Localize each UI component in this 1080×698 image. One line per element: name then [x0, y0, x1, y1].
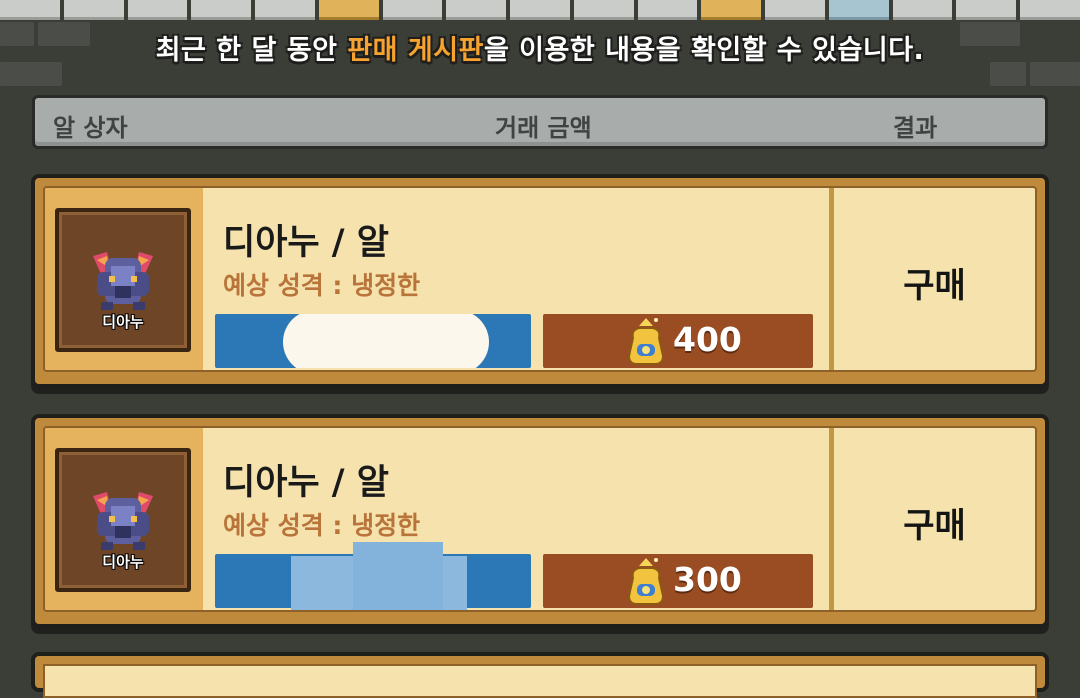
- notice-suffix: 을 이용한 내용을 확인할 수 있습니다.: [483, 35, 925, 66]
- expected-personality: 예상 성격 : 냉정한: [223, 511, 421, 540]
- header-result: 결과: [893, 114, 938, 142]
- trade-entry-partial[interactable]: [31, 652, 1049, 698]
- notice-highlight-sales-board: 판매 게시판: [347, 35, 484, 66]
- redaction-mark: [353, 542, 443, 610]
- egg-title: 디아누 / 알: [223, 223, 389, 263]
- trade-result: 구매: [903, 266, 966, 306]
- coin-bag-icon: [627, 558, 665, 605]
- trade-result: 구매: [903, 506, 966, 546]
- price-value: 300: [673, 560, 742, 599]
- creature-thumbnail: 디아누: [55, 448, 191, 592]
- price-bar: 300: [543, 554, 813, 608]
- coin-bag-icon: [627, 318, 665, 365]
- trade-entry[interactable]: 디아누 디아누 / 알 예상 성격 : 냉정한 400 구매: [31, 174, 1049, 388]
- header-egg-box: 알 상자: [53, 114, 128, 142]
- expected-personality: 예상 성격 : 냉정한: [223, 271, 421, 300]
- table-header: 알 상자 거래 금액 결과: [32, 95, 1048, 149]
- thumb-label: 디아누: [102, 553, 144, 571]
- price-bar: 400: [543, 314, 813, 368]
- seller-name-bar: [215, 542, 531, 610]
- egg-title: 디아누 / 알: [223, 463, 389, 503]
- trade-entry[interactable]: 디아누 디아누 / 알 예상 성격 : 냉정한 300 구매: [31, 414, 1049, 628]
- header-amount: 거래 금액: [495, 114, 592, 142]
- thumb-label: 디아누: [102, 313, 144, 331]
- history-notice: 최근 한 달 동안 판매 게시판을 이용한 내용을 확인할 수 있습니다.: [0, 28, 1080, 67]
- seller-name-bar: [215, 314, 531, 368]
- dianu-creature-icon: [93, 252, 153, 310]
- notice-prefix: 최근 한 달 동안: [155, 35, 348, 66]
- redaction-mark: [283, 314, 489, 368]
- creature-thumbnail: 디아누: [55, 208, 191, 352]
- dianu-creature-icon: [93, 492, 153, 550]
- price-value: 400: [673, 320, 742, 359]
- top-brick-strip: [0, 0, 1080, 20]
